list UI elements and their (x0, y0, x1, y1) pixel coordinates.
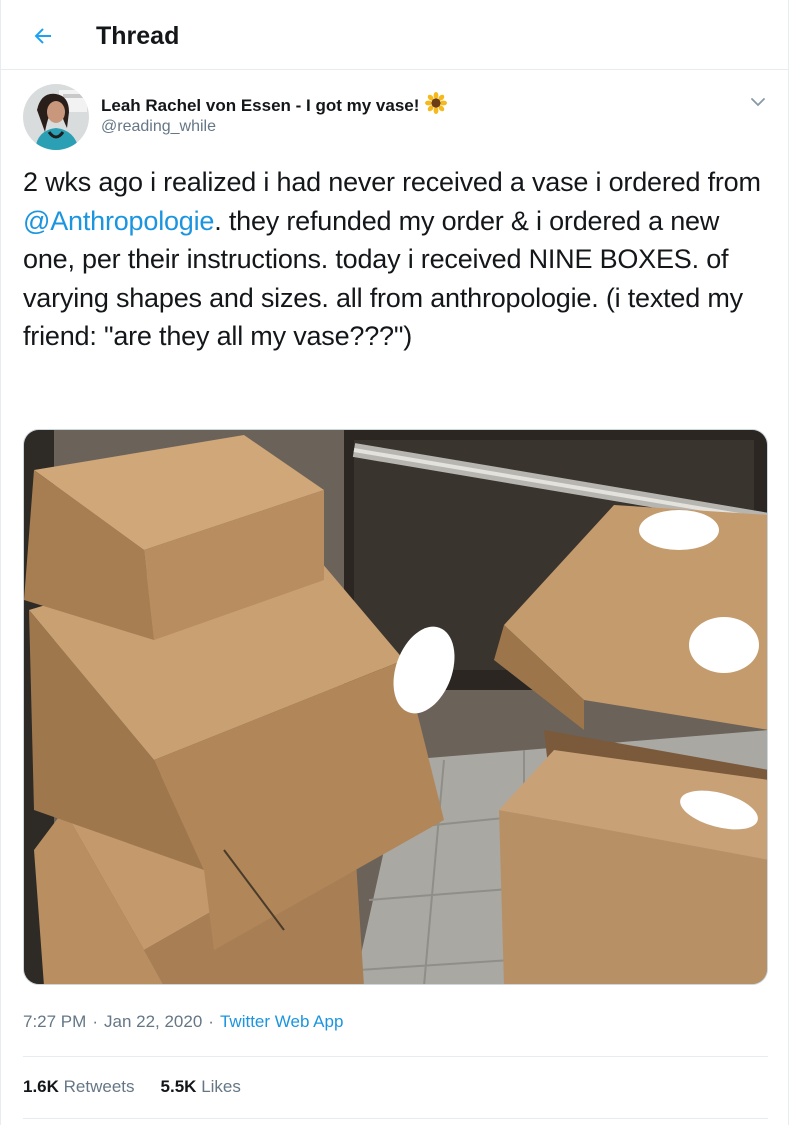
meta-separator: · (208, 1012, 214, 1031)
likes-count: 5.5K (160, 1077, 197, 1096)
back-button[interactable] (23, 18, 63, 54)
divider (23, 1118, 768, 1119)
arrow-left-icon (34, 28, 51, 44)
tweet-source-link[interactable]: Twitter Web App (220, 1012, 343, 1032)
divider (23, 1056, 768, 1057)
author-handle[interactable]: @reading_while (101, 118, 216, 136)
thread-header: Thread (1, 0, 789, 70)
retweets-count: 1.6K (23, 1077, 59, 1096)
sunflower-icon (425, 92, 448, 119)
tweet-thread-view: Thread Leah Rachel von Essen - I got my … (0, 0, 789, 1125)
tweet-date[interactable]: Jan 22, 2020 (104, 1012, 202, 1032)
tweet-time[interactable]: 7:27 PM (23, 1012, 86, 1032)
page-title: Thread (96, 22, 180, 50)
more-options-button[interactable] (743, 88, 773, 116)
likes-label: Likes (201, 1077, 241, 1096)
tweet-photo[interactable] (23, 429, 768, 985)
tweet-stats: 1.6K Retweets 5.5K Likes (23, 1077, 241, 1097)
meta-separator: · (92, 1012, 98, 1031)
retweets-label: Retweets (63, 1077, 135, 1096)
avatar[interactable] (23, 84, 89, 150)
retweets-stat[interactable]: 1.6K Retweets (23, 1077, 135, 1097)
mention-link[interactable]: @Anthropologie (23, 206, 214, 236)
author-display-name: Leah Rachel von Essen - I got my vase! (101, 95, 420, 115)
tweet-text: 2 wks ago i realized i had never receive… (23, 163, 773, 356)
author-name[interactable]: Leah Rachel von Essen - I got my vase! (101, 92, 448, 119)
likes-stat[interactable]: 5.5K Likes (161, 1077, 241, 1097)
chevron-down-icon (751, 98, 765, 107)
tweet-text-part: 2 wks ago i realized i had never receive… (23, 167, 761, 197)
tweet-meta: 7:27 PM · Jan 22, 2020 · Twitter Web App (23, 1012, 343, 1032)
